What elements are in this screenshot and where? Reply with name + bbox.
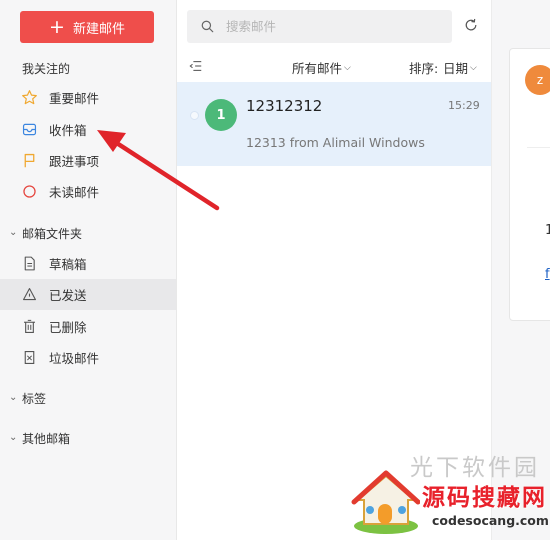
house-logo-icon [351, 470, 420, 534]
mail-sender: 12312312 [246, 97, 323, 115]
sort-dropdown[interactable]: 日期 ⌵ [443, 58, 477, 77]
mail-preview: 12313 from Alimail Windows [246, 135, 425, 150]
sort-label: 排序: [409, 61, 439, 76]
other-mailbox-title[interactable]: 其他邮箱 [22, 430, 70, 447]
sidebar-item-drafts[interactable]: 草稿箱 [0, 248, 176, 279]
tags-section-title[interactable]: 标签 [22, 390, 46, 407]
sidebar-item-label: 未读邮件 [49, 185, 100, 200]
divider [527, 147, 550, 148]
sidebar-item-sent[interactable]: 已发送 [0, 279, 176, 310]
sidebar-item-label: 已删除 [49, 320, 87, 335]
filter-dropdown[interactable]: 所有邮件 ⌵ [292, 58, 351, 77]
chevron-down-icon: ⌵ [470, 62, 477, 73]
watermark: 光下软件园 源码搜藏网 codesocang.com [350, 448, 550, 540]
message-card: z 1 f [509, 48, 550, 321]
sidebar-item-trash[interactable]: 已删除 [0, 311, 176, 342]
mail-time: 15:29 [448, 99, 480, 112]
refresh-icon[interactable] [463, 17, 479, 33]
sidebar-item-label: 垃圾邮件 [49, 351, 100, 366]
search-icon [201, 20, 214, 33]
avatar: 1 [205, 99, 237, 131]
filter-label: 所有邮件 [292, 61, 343, 76]
avatar: z [525, 65, 550, 95]
watermark-grey-text: 光下软件园 [410, 455, 540, 481]
compose-label: 新建邮件 [72, 21, 125, 37]
sidebar-item-label: 草稿箱 [49, 257, 87, 272]
sidebar: + 新建邮件 我关注的 重要邮件 收件箱 跟进事项 未读邮件 ⌄ 邮箱文件夹 草… [0, 0, 177, 540]
collapse-list-icon[interactable] [189, 59, 203, 73]
sidebar-item-important[interactable]: 重要邮件 [0, 82, 176, 113]
plus-icon: + [49, 15, 65, 38]
sidebar-item-label: 收件箱 [49, 123, 87, 138]
followed-section-title: 我关注的 [22, 62, 71, 76]
search-input[interactable] [224, 18, 428, 35]
chevron-down-icon[interactable]: ⌄ [9, 227, 17, 238]
watermark-title: 源码搜藏网 [422, 485, 547, 511]
sidebar-item-followup[interactable]: 跟进事项 [0, 145, 176, 176]
mail-list-item[interactable]: 1 12312312 15:29 12313 from Alimail Wind… [177, 82, 491, 166]
spam-icon [21, 349, 38, 366]
chevron-down-icon[interactable]: ⌄ [9, 432, 17, 443]
filter-bar: 所有邮件 ⌵ 排序: 日期 ⌵ [177, 56, 491, 78]
flag-icon [21, 152, 38, 169]
watermark-url: codesocang.com [432, 513, 549, 528]
chevron-down-icon[interactable]: ⌄ [9, 392, 17, 403]
sidebar-item-label: 已发送 [49, 288, 87, 303]
send-icon [21, 286, 38, 303]
sort-value: 日期 [443, 61, 469, 76]
trash-icon [21, 318, 38, 335]
message-link[interactable]: f [545, 267, 550, 282]
circle-icon [21, 183, 38, 200]
folders-section-title[interactable]: 邮箱文件夹 [22, 225, 82, 242]
compose-button[interactable]: + 新建邮件 [20, 11, 154, 43]
chevron-down-icon: ⌵ [344, 62, 351, 73]
unread-dot [190, 111, 199, 120]
search-box[interactable] [187, 10, 452, 43]
sidebar-item-inbox[interactable]: 收件箱 [0, 114, 176, 145]
draft-icon [21, 255, 38, 272]
inbox-icon [21, 121, 38, 138]
star-icon [21, 89, 38, 106]
sidebar-item-label: 重要邮件 [49, 91, 100, 106]
message-text: 1 [545, 223, 550, 238]
sidebar-item-spam[interactable]: 垃圾邮件 [0, 342, 176, 373]
sidebar-item-unread[interactable]: 未读邮件 [0, 176, 176, 207]
sidebar-item-label: 跟进事项 [49, 154, 100, 169]
